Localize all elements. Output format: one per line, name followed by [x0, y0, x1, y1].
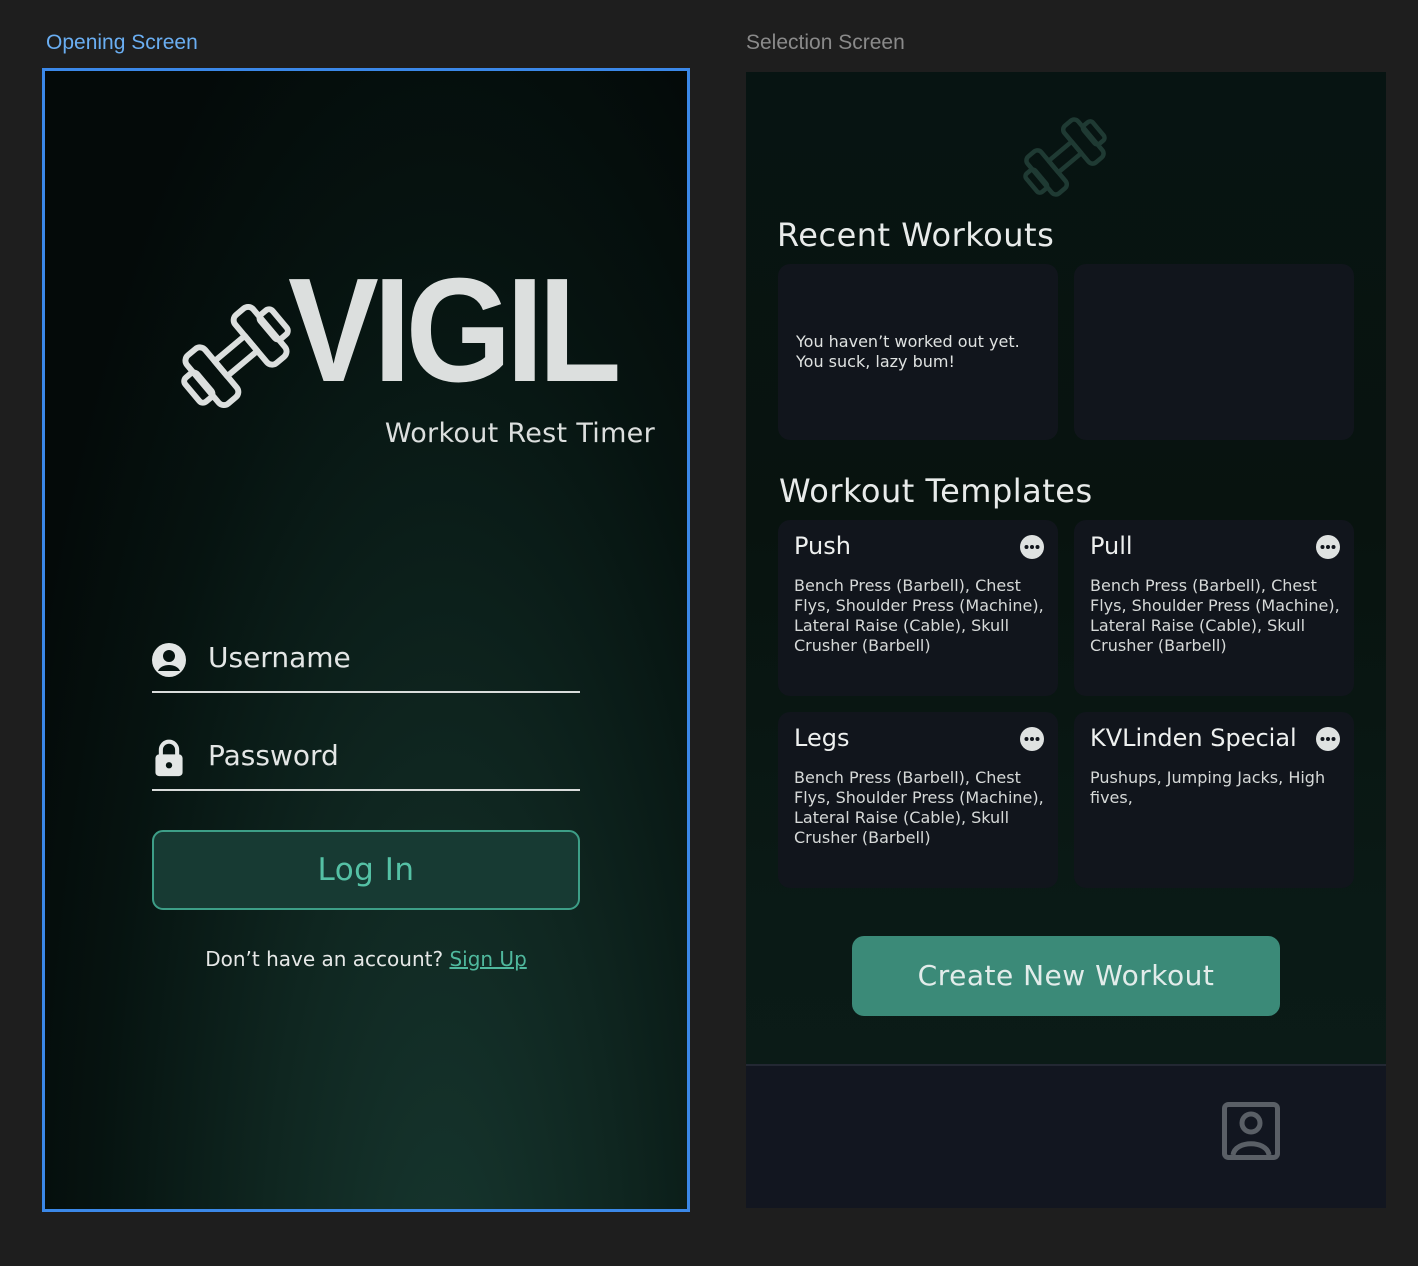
template-name: Pull [1090, 532, 1133, 560]
opening-screen-label: Opening Screen [46, 31, 198, 54]
tagline: Workout Rest Timer [384, 418, 655, 449]
signup-prompt: Don’t have an account? [205, 947, 444, 971]
username-input[interactable]: Username [208, 641, 351, 674]
template-name: Push [794, 532, 851, 560]
more-options-icon[interactable] [1020, 535, 1044, 559]
create-new-workout-button[interactable]: Create New Workout [852, 936, 1280, 1016]
template-card-kvlinden-special[interactable]: KVLinden Special Pushups, Jumping Jacks,… [1074, 712, 1354, 888]
template-card-pull[interactable]: Pull Bench Press (Barbell), Chest Flys, … [1074, 520, 1354, 696]
more-options-icon[interactable] [1316, 727, 1340, 751]
workout-templates-title: Workout Templates [779, 472, 1093, 510]
recent-workout-card[interactable] [1074, 264, 1354, 440]
login-button[interactable]: Log In [152, 830, 580, 910]
template-exercises: Pushups, Jumping Jacks, High fives, [1090, 768, 1326, 807]
dumbbell-icon [1023, 117, 1107, 197]
brand-wordmark: VIGIL [288, 248, 621, 413]
dumbbell-icon [181, 303, 291, 409]
signup-row: Don’t have an account? Sign Up [45, 947, 687, 971]
template-exercises: Bench Press (Barbell), Chest Flys, Shoul… [1090, 576, 1340, 655]
user-circle-icon [152, 643, 186, 677]
opening-screen: VIGIL Workout Rest Timer Username Passwo… [42, 68, 690, 1212]
profile-icon[interactable] [1222, 1102, 1280, 1160]
template-name: Legs [794, 724, 850, 752]
empty-recent-text: You haven’t worked out yet. You suck, la… [796, 332, 1020, 371]
template-exercises: Bench Press (Barbell), Chest Flys, Shoul… [794, 768, 1044, 847]
template-card-push[interactable]: Push Bench Press (Barbell), Chest Flys, … [778, 520, 1058, 696]
selection-screen-label: Selection Screen [746, 31, 905, 54]
signup-link[interactable]: Sign Up [449, 947, 526, 971]
template-name: KVLinden Special [1090, 724, 1297, 752]
bottom-nav [746, 1064, 1386, 1208]
password-input[interactable]: Password [208, 739, 339, 772]
selection-screen: Recent Workouts You haven’t worked out y… [746, 72, 1386, 1208]
username-field[interactable]: Username [152, 641, 580, 693]
recent-workouts-title: Recent Workouts [777, 216, 1055, 254]
password-field[interactable]: Password [152, 739, 580, 791]
lock-icon [155, 739, 183, 777]
more-options-icon[interactable] [1316, 535, 1340, 559]
more-options-icon[interactable] [1020, 727, 1044, 751]
template-exercises: Bench Press (Barbell), Chest Flys, Shoul… [794, 576, 1044, 655]
template-card-legs[interactable]: Legs Bench Press (Barbell), Chest Flys, … [778, 712, 1058, 888]
recent-workout-card[interactable]: You haven’t worked out yet. You suck, la… [778, 264, 1058, 440]
